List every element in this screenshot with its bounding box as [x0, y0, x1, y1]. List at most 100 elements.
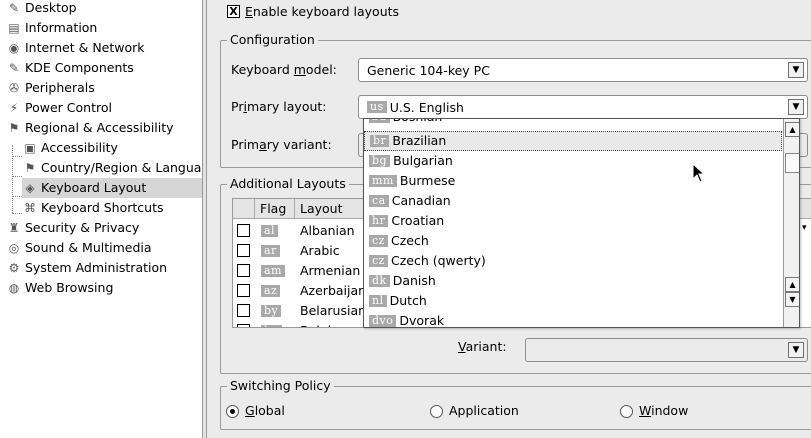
keyboard-model-combo[interactable]: Generic 104-key PC ▼ [358, 58, 808, 82]
list-item[interactable]: mm Burmese [364, 171, 782, 191]
dropdown-arrow-icon[interactable]: ▼ [788, 342, 804, 358]
list-item[interactable]: baBosnian [364, 119, 782, 127]
sound-multimedia-icon: ◎ [8, 241, 20, 255]
label-text: mary layout: [246, 99, 327, 114]
flag-icon: ca [369, 195, 389, 207]
sidebar-item-label: Regional & Accessibility [25, 120, 174, 135]
switching-option-label[interactable]: Global [245, 402, 285, 420]
row-checkbox[interactable] [237, 244, 250, 257]
sidebar-item-keyboard-layout[interactable]: ◈ Keyboard Layout [22, 178, 202, 198]
sidebar-item-peripherals[interactable]: ✇ Peripherals [6, 78, 95, 98]
sidebar-item-country-region-language[interactable]: ⚑ Country/Region & Language [22, 158, 202, 178]
primary-layout-dropdown-list[interactable]: ▲ ▲ ▼ baBosnian brBrazilianbgBulgarianmmB… [363, 118, 800, 328]
sidebar-item-label: Country/Region & Language [41, 160, 202, 175]
flag-icon: by [261, 305, 282, 317]
combo-value: U.S. English [389, 99, 464, 115]
primary-layout-label: Primary layout: [231, 98, 327, 116]
column-header-check[interactable] [233, 199, 255, 219]
sidebar-item-web-browsing[interactable]: ◍ Web Browsing [6, 278, 114, 298]
dropdown-arrow-icon[interactable]: ▼ [788, 62, 804, 78]
switching-radio[interactable] [620, 405, 633, 418]
web-browsing-icon: ◍ [8, 281, 20, 295]
list-item[interactable]: cz Czech (qwerty) [364, 251, 782, 271]
sidebar-item-kde-components[interactable]: ✎ KDE Components [6, 58, 134, 78]
scroll-up-arrow-icon[interactable]: ▲ [785, 122, 799, 137]
row-checkbox[interactable] [237, 284, 250, 297]
flag-icon: be [261, 325, 282, 327]
label-text: indow [651, 403, 689, 418]
list-item[interactable]: cz Czech [364, 231, 782, 251]
sidebar-item-label: Accessibility [41, 140, 118, 155]
flag-icon: us [367, 101, 387, 113]
radio-dot [230, 409, 235, 414]
sidebar-item-keyboard-shortcuts[interactable]: ⌘ Keyboard Shortcuts [22, 198, 164, 218]
sidebar-item-information[interactable]: ▤ Information [6, 18, 97, 38]
scrollbar-thumb[interactable] [785, 153, 799, 173]
sidebar-item-desktop[interactable]: ✎ Desktop [6, 0, 77, 18]
sidebar-item-label: Keyboard Layout [41, 180, 147, 195]
row-checkbox[interactable] [237, 224, 250, 237]
list-item[interactable]: dk Danish [364, 271, 782, 291]
keyboard-layout-panel: X Enable keyboard layouts Configuration … [210, 0, 811, 438]
sidebar-item-label: KDE Components [25, 60, 134, 75]
sidebar-item-power-control[interactable]: ⚡ Power Control [6, 98, 112, 118]
label-text: lobal [254, 403, 285, 418]
sidebar-item-label: Keyboard Shortcuts [41, 200, 164, 215]
flag-icon: br [370, 135, 390, 147]
flag-icon: hr [369, 215, 389, 227]
label-text: odel: [305, 62, 337, 77]
primary-layout-combo[interactable]: us U.S. English ▼ [358, 95, 808, 119]
panel-splitter[interactable] [202, 0, 207, 438]
sidebar-item-security-privacy[interactable]: ♜ Security & Privacy [6, 218, 140, 238]
list-item[interactable]: br Brazilian [364, 131, 782, 151]
list-item[interactable]: ca Canadian [364, 191, 782, 211]
combo-value: Generic 104-key PC [367, 62, 490, 78]
sidebar-item-internet-network[interactable]: ◉ Internet & Network [6, 38, 145, 58]
sidebar-item-accessibility[interactable]: ▣ Accessibility [22, 138, 118, 158]
mouse-pointer-icon [692, 162, 706, 183]
mnemonic: W [639, 403, 652, 418]
checkbox-mark: X [229, 5, 238, 18]
flag-icon: am [261, 265, 285, 277]
dropdown-arrow-icon[interactable]: ▼ [788, 99, 804, 115]
list-item[interactable]: bg Bulgarian [364, 151, 782, 171]
kde-components-icon: ✎ [8, 61, 20, 75]
row-checkbox[interactable] [237, 324, 250, 327]
switching-option-label[interactable]: Window [639, 402, 688, 420]
flag-icon: ba [369, 119, 390, 123]
item-label: Burmese [399, 173, 456, 188]
scroll-down-arrow-icon[interactable]: ▼ [785, 292, 799, 307]
label-text: Keyboard [231, 62, 294, 77]
sidebar-item-label: System Administration [25, 260, 168, 275]
flag-icon: ar [261, 245, 280, 257]
enable-layouts-checkbox[interactable]: X [227, 5, 240, 18]
enable-layouts-label[interactable]: Enable keyboard layouts [245, 3, 399, 21]
sidebar-item-regional-accessibility[interactable]: ⚑ Regional & Accessibility [6, 118, 174, 138]
list-item[interactable]: nl Dutch [364, 291, 782, 311]
accessibility-icon: ▣ [24, 141, 36, 155]
dropdown-scrollbar[interactable]: ▲ ▲ ▼ [783, 119, 799, 327]
list-item[interactable]: hr Croatian [364, 211, 782, 231]
sidebar-item-label: Security & Privacy [25, 220, 140, 235]
row-checkbox[interactable] [237, 264, 250, 277]
column-header-flag[interactable]: Flag [255, 199, 295, 219]
sidebar-item-sound-multimedia[interactable]: ◎ Sound & Multimedia [6, 238, 152, 258]
keyboard-shortcuts-icon: ⌘ [24, 201, 36, 215]
flag-icon: dvo [369, 315, 397, 327]
system-administration-icon: ⚙ [8, 261, 20, 275]
label-text: Prim [231, 137, 260, 152]
item-label: Danish [392, 273, 436, 288]
scroll-up-arrow-icon[interactable]: ▲ [785, 277, 799, 292]
list-item[interactable]: dvo Dvorak [364, 311, 782, 328]
sidebar-item-system-administration[interactable]: ⚙ System Administration [6, 258, 167, 278]
sidebar-item-label: Peripherals [25, 80, 95, 95]
item-label: Bulgarian [393, 153, 453, 168]
switching-radio[interactable] [430, 405, 443, 418]
table-scroll-arrow-icon[interactable]: ▾ [802, 219, 807, 237]
row-checkbox[interactable] [237, 304, 250, 317]
peripherals-icon: ✇ [8, 81, 20, 95]
switching-radio[interactable] [226, 405, 239, 418]
additional-variant-combo[interactable]: ▼ [525, 338, 808, 362]
switching-option-label[interactable]: Application [449, 402, 519, 420]
item-label: Dvorak [399, 313, 445, 328]
